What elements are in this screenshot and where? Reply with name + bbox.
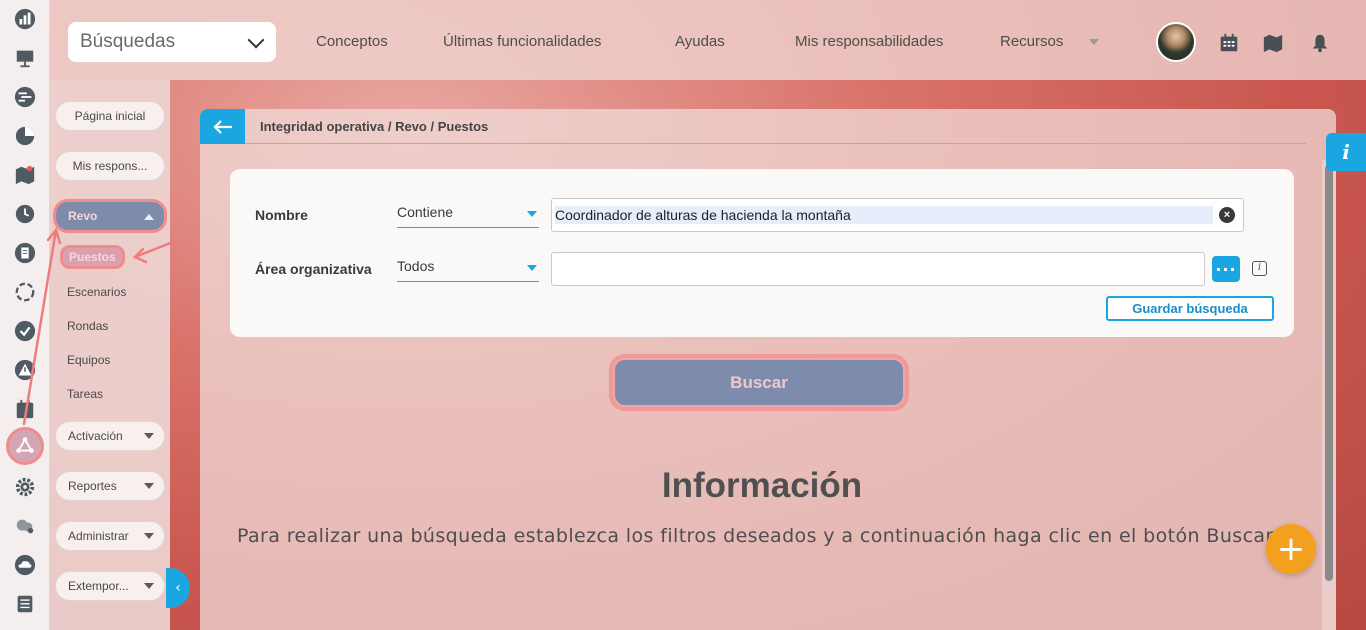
scrollbar-thumb[interactable] [1325,165,1333,581]
nav-latest-features[interactable]: Últimas funcionalidades [443,33,601,50]
gantt-icon[interactable] [11,83,39,111]
menu-reportes-label: Reportes [68,479,117,493]
icon-rail [0,0,50,630]
menu-item-tareas[interactable]: Tareas [67,387,103,401]
area-filter-input[interactable] [551,252,1205,286]
network-icon[interactable] [6,427,44,465]
menu-activacion[interactable]: Activación [55,421,165,451]
clear-icon[interactable]: × [1219,207,1235,223]
caret-down-icon [527,211,537,217]
add-fab-button[interactable]: + [1266,524,1316,574]
area-operator-value: Todos [397,258,435,274]
cloud-icon[interactable] [11,551,39,579]
menu-my-responsibilities[interactable]: Mis respons... [55,151,165,181]
menu-activacion-label: Activación [68,429,123,443]
search-button-label: Buscar [730,372,788,392]
browse-area-button[interactable]: ··· [1212,256,1240,282]
menu-home[interactable]: Página inicial [55,101,165,131]
divider [1125,4,1126,80]
menu-item-rondas[interactable]: Rondas [67,319,108,333]
nav-resources[interactable]: Recursos [1000,33,1063,50]
cloud-gear-icon[interactable] [11,512,39,540]
save-search-label: Guardar búsqueda [1132,301,1248,316]
nav-concepts[interactable]: Conceptos [316,33,388,50]
back-button[interactable] [200,109,245,144]
name-filter-value: Coordinador de alturas de hacienda la mo… [555,206,1213,224]
map-icon[interactable] [1262,32,1284,54]
menu-revo-label: Revo [68,209,98,223]
gear-icon[interactable] [11,473,39,501]
bell-icon[interactable] [1309,32,1331,54]
caret-down-icon [144,533,154,539]
menu-item-puestos[interactable]: Puestos [60,245,125,269]
clock-icon[interactable] [11,200,39,228]
collapse-menu-button[interactable]: ‹ [166,568,190,608]
chevron-down-icon [247,31,265,49]
calendar-icon[interactable] [1218,32,1240,54]
arrow-left-icon [212,119,232,134]
name-operator-select[interactable]: Contiene [397,204,539,228]
menu-my-responsibilities-label: Mis respons... [72,159,148,173]
search-button-highlight: Buscar [609,354,909,411]
menu-administrar-label: Administrar [68,529,129,543]
menu-item-escenarios[interactable]: Escenarios [67,285,126,299]
list-icon[interactable] [11,590,39,618]
breadcrumb: Integridad operativa / Revo / Puestos [260,119,489,134]
caret-down-icon [144,483,154,489]
area-filter-label: Área organizativa [255,261,372,277]
card-header: Integridad operativa / Revo / Puestos [200,109,1306,144]
map-icon[interactable] [11,161,39,189]
calendar-icon[interactable] [11,395,39,423]
cycle-icon[interactable] [11,278,39,306]
avatar[interactable] [1156,22,1196,62]
info-text: Para realizar una búsqueda establezca lo… [237,525,1274,547]
menu-home-label: Página inicial [74,109,146,123]
ellipsis-icon: ··· [1215,259,1237,279]
save-search-button[interactable]: Guardar búsqueda [1106,296,1274,321]
nav-my-responsibilities[interactable]: Mis responsabilidades [795,33,943,50]
bar-chart-icon[interactable] [11,5,39,33]
caret-down-icon [527,265,537,271]
menu-reportes[interactable]: Reportes [55,471,165,501]
warning-icon[interactable] [11,356,39,384]
top-bar: Búsquedas Conceptos Últimas funcionalida… [50,0,1366,80]
main-card: Integridad operativa / Revo / Puestos No… [200,109,1336,630]
nav-help[interactable]: Ayudas [675,33,725,50]
presentation-icon[interactable] [11,44,39,72]
document-icon[interactable] [11,239,39,267]
caret-down-icon [144,433,154,439]
filter-panel: Nombre Contiene Coordinador de alturas d… [230,169,1294,337]
chevron-left-icon: ‹ [175,580,181,596]
info-panel-tab[interactable]: i [1326,133,1366,171]
module-menu: Página inicial Mis respons... Revo Puest… [50,80,170,630]
area-operator-select[interactable]: Todos [397,258,539,282]
menu-administrar[interactable]: Administrar [55,521,165,551]
caret-down-icon[interactable] [1089,39,1099,45]
menu-item-equipos[interactable]: Equipos [67,353,110,367]
info-title: Información [661,466,863,505]
search-button[interactable]: Buscar [613,358,905,407]
caret-up-icon [144,214,154,220]
menu-extemporaneos-label: Extempor... [68,579,129,593]
info-icon[interactable]: i [1252,261,1267,276]
name-filter-input[interactable]: Coordinador de alturas de hacienda la mo… [551,198,1244,232]
caret-down-icon [144,583,154,589]
name-operator-value: Contiene [397,204,454,220]
search-module-label: Búsquedas [80,31,176,52]
pie-chart-icon[interactable] [11,122,39,150]
menu-revo[interactable]: Revo [53,199,167,233]
menu-extemporaneos[interactable]: Extempor... [55,571,165,601]
check-icon[interactable] [11,317,39,345]
name-filter-label: Nombre [255,207,308,223]
search-module-select[interactable]: Búsquedas [68,22,276,62]
